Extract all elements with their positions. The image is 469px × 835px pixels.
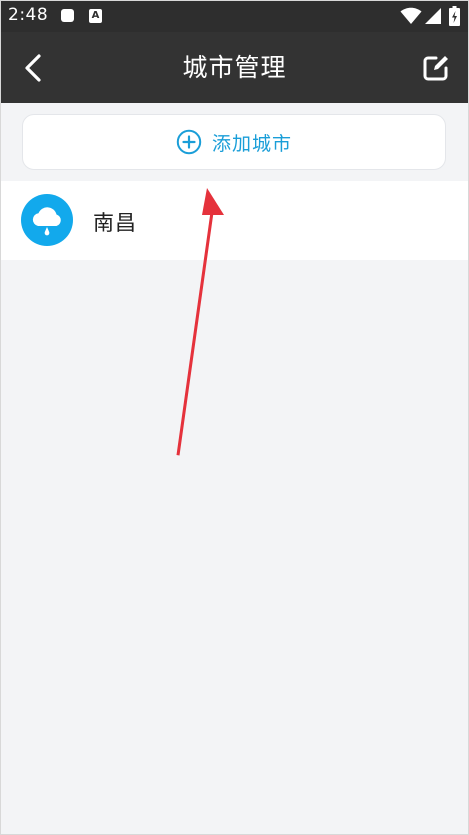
battery-icon xyxy=(449,6,460,26)
chevron-left-icon xyxy=(25,54,41,82)
app-header: 城市管理 xyxy=(0,32,469,103)
city-list: 南昌 xyxy=(0,181,469,260)
square-notification-icon xyxy=(61,9,74,22)
add-city-button[interactable]: 添加城市 xyxy=(22,114,446,170)
plus-circle-icon xyxy=(176,129,202,155)
status-time: 2:48 xyxy=(8,5,49,25)
edit-button[interactable] xyxy=(420,52,452,84)
edit-icon xyxy=(423,56,448,81)
back-button[interactable] xyxy=(18,52,50,84)
add-city-label: 添加城市 xyxy=(211,132,292,155)
page-title: 城市管理 xyxy=(182,53,287,82)
city-name: 南昌 xyxy=(93,211,137,235)
wifi-icon xyxy=(400,7,422,24)
city-management-screen: 2:48 A 城市管理 添加城市 南昌 xyxy=(0,0,469,835)
cloud-rain-icon xyxy=(32,207,61,236)
weather-avatar xyxy=(21,194,73,246)
a-notification-icon: A xyxy=(89,9,102,23)
city-row[interactable]: 南昌 xyxy=(0,181,469,260)
signal-icon xyxy=(425,8,441,24)
status-bar: 2:48 A xyxy=(0,0,469,32)
